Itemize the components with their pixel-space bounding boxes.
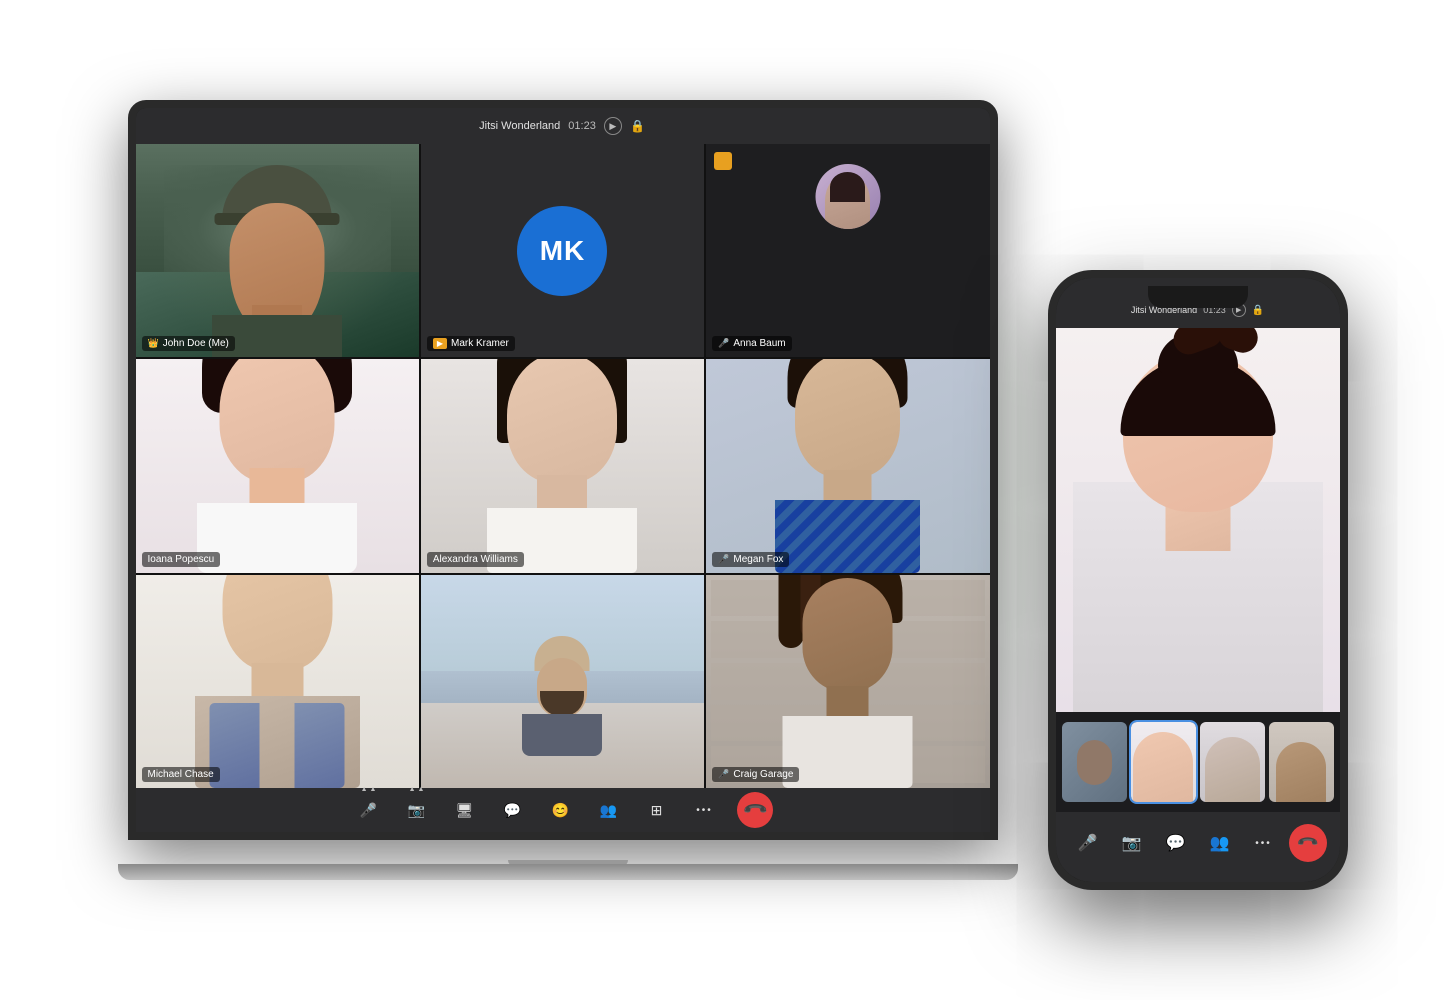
mark-kramer-label: Mark Kramer [451,338,509,349]
phone-thumbnails [1056,712,1340,812]
phone-thumb-2[interactable] [1131,722,1196,802]
phone-mic-button[interactable]: 🎤 [1069,824,1107,862]
phone-lock-icon[interactable]: 🔒 [1252,305,1264,316]
mic-button[interactable]: 🎤 [353,794,385,826]
video-cell-megan-fox: 🎤 Megan Fox [706,359,989,572]
phone-end-call-button[interactable]: 📞 [1281,816,1335,870]
lock-icon[interactable]: 🔒 [630,118,646,134]
laptop-base [118,864,1018,880]
phone-chat-button[interactable]: 💬 [1157,824,1195,862]
grid-button[interactable]: ⊞ [641,794,673,826]
mic-off-icon: 🎤 [718,338,729,349]
laptop-topbar: Jitsi Wonderland 01:23 ▶ 🔒 [136,108,990,144]
camera-button[interactable]: 📷 [401,794,433,826]
participants-button[interactable]: 👥 [593,794,625,826]
mic-off-icon-3: 🎤 [718,769,729,780]
scene: Jitsi Wonderland 01:23 ▶ 🔒 [78,60,1378,940]
phone-more-button[interactable]: ••• [1245,824,1283,862]
speed-icon[interactable]: ▶ [604,117,622,135]
laptop-topbar-title: Jitsi Wonderland [479,120,560,132]
phone-camera-button[interactable]: 📷 [1113,824,1151,862]
anna-badge [714,152,732,170]
video-cell-michael-chase: Michael Chase [136,575,419,788]
video-grid: 👑 John Doe (Me) MK ▶ Mark Kramer [136,144,990,788]
phone-thumb-3[interactable] [1200,722,1265,802]
phone-thumb-1[interactable] [1062,722,1127,802]
laptop: Jitsi Wonderland 01:23 ▶ 🔒 [128,100,1008,880]
anna-mini-avatar [815,164,880,229]
michael-chase-label: Michael Chase [148,769,214,780]
screen-share-button[interactable]: 🖥 [449,794,481,826]
video-cell-craig-garage: 🎤 Craig Garage [706,575,989,788]
name-tag-john-doe: 👑 John Doe (Me) [142,336,235,351]
phone-notch [1148,286,1248,308]
video-cell-ioana-popescu: Ioana Popescu [136,359,419,572]
laptop-screen: Jitsi Wonderland 01:23 ▶ 🔒 [128,100,998,840]
emoji-button[interactable]: 😊 [545,794,577,826]
phone-main-video [1056,328,1340,712]
video-cell-alexandra-williams: Alexandra Williams [421,359,704,572]
video-cell-anna-baum: 🎤 Anna Baum [706,144,989,357]
john-doe-label: John Doe (Me) [163,338,229,349]
anna-baum-label: Anna Baum [733,338,785,349]
chat-button[interactable]: 💬 [497,794,529,826]
phone-body: Jitsi Wonderland 01:23 ▶ 🔒 [1048,270,1348,890]
name-tag-michael-chase: Michael Chase [142,767,220,782]
ioana-popescu-label: Ioana Popescu [148,554,215,565]
phone-participants-button[interactable]: 👥 [1201,824,1239,862]
megan-fox-label: Megan Fox [733,554,783,565]
name-tag-megan-fox: 🎤 Megan Fox [712,552,789,567]
alexandra-williams-label: Alexandra Williams [433,554,518,565]
phone-toolbar: 🎤 📷 💬 👥 ••• 📞 [1056,812,1340,882]
phone-thumb-4[interactable] [1269,722,1334,802]
end-call-button[interactable]: 📞 [729,785,780,832]
phone-main-face [1056,328,1340,712]
mk-avatar: MK [517,206,607,296]
mk-badge: ▶ [433,338,447,349]
mic-button-stack[interactable]: ▲ ▲ 🎤 [353,794,385,826]
camera-button-stack[interactable]: ▲ ▲ 📷 [401,794,433,826]
crown-icon: 👑 [148,338,159,349]
craig-garage-label: Craig Garage [733,769,793,780]
name-tag-ioana-popescu: Ioana Popescu [142,552,221,567]
name-tag-mark-kramer: ▶ Mark Kramer [427,336,515,351]
phone-screen: Jitsi Wonderland 01:23 ▶ 🔒 [1056,278,1340,882]
phone: Jitsi Wonderland 01:23 ▶ 🔒 [1048,270,1348,890]
video-cell-john-doe: 👑 John Doe (Me) [136,144,419,357]
name-tag-alexandra-williams: Alexandra Williams [427,552,524,567]
name-tag-anna-baum: 🎤 Anna Baum [712,336,791,351]
name-tag-craig-garage: 🎤 Craig Garage [712,767,799,782]
mic-off-icon-2: 🎤 [718,554,729,565]
video-cell-lake-person [421,575,704,788]
laptop-toolbar: ▲ ▲ 🎤 ▲ ▲ 📷 🖥 💬 😊 👥 ⊞ ••• 📞 [136,788,990,832]
video-cell-mark-kramer: MK ▶ Mark Kramer [421,144,704,357]
more-button[interactable]: ••• [689,794,721,826]
laptop-topbar-time: 01:23 [568,120,596,132]
